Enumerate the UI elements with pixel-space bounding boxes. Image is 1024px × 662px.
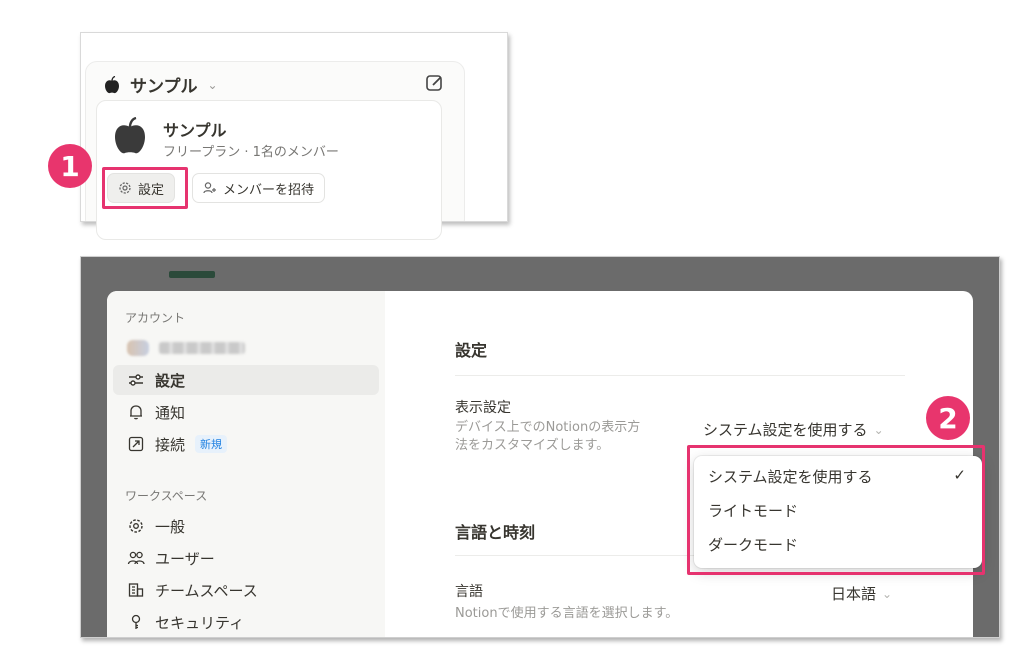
avatar: [127, 340, 149, 356]
display-setting-desc-2: 法をカスタマイズします。: [455, 438, 610, 453]
sidebar-item-label: チームスペース: [155, 581, 258, 600]
sidebar-item-label: 通知: [155, 403, 186, 422]
sidebar-item-general[interactable]: 一般: [113, 511, 379, 541]
chevron-down-icon: ⌄: [882, 586, 893, 601]
divider: [455, 375, 905, 376]
add-user-icon: [203, 182, 216, 194]
workspace-logo-icon: [115, 117, 145, 154]
sidebar-item-connections[interactable]: 接続 新規: [113, 429, 379, 459]
language-title: 言語: [455, 584, 483, 600]
language-select-value: 日本語: [831, 585, 877, 603]
building-icon: [128, 583, 144, 597]
sidebar-item-label: 接続: [155, 435, 186, 454]
page-title: 設定: [455, 341, 488, 360]
language-time-heading: 言語と時刻: [455, 523, 536, 542]
users-icon: [127, 551, 145, 565]
theme-select[interactable]: システム設定を使用する ⌄: [703, 419, 884, 440]
workspace-header[interactable]: サンプル ⌄: [104, 72, 218, 97]
arrow-up-right-icon: [128, 436, 144, 452]
sidebar-item-label: ユーザー: [155, 549, 215, 568]
window-tab-strip: [169, 271, 215, 278]
sidebar-item-label: セキュリティ: [155, 613, 245, 632]
sidebar-item-users[interactable]: ユーザー: [113, 543, 379, 573]
display-setting-title: 表示設定: [455, 400, 511, 416]
chevron-down-icon: ⌄: [207, 77, 218, 92]
invite-button-label: メンバーを招待: [223, 182, 315, 198]
theme-select-value: システム設定を使用する: [703, 421, 868, 439]
workspace-plan-info: フリープラン · 1名のメンバー: [163, 145, 339, 160]
sidebar-item-notifications[interactable]: 通知: [113, 397, 379, 427]
bell-icon: [130, 405, 142, 420]
workspace-section-label: ワークスペース: [125, 489, 208, 503]
invite-members-button[interactable]: メンバーを招待: [192, 173, 326, 203]
step-badge-2: 2: [926, 396, 970, 440]
highlight-box-theme-menu: [687, 445, 985, 575]
sliders-icon: [129, 374, 143, 386]
display-setting-desc-1: デバイス上でのNotionの表示方: [455, 420, 641, 435]
chevron-down-icon: ⌄: [873, 422, 884, 437]
language-select[interactable]: 日本語 ⌄: [831, 583, 892, 604]
sidebar-item-label: 一般: [155, 517, 186, 536]
sidebar-item-teamspaces[interactable]: チームスペース: [113, 575, 379, 605]
account-name-redacted: [159, 342, 245, 354]
sidebar-item-security[interactable]: セキュリティ: [113, 607, 379, 637]
new-page-icon[interactable]: [424, 72, 446, 94]
key-icon: [131, 614, 141, 629]
workspace-name: サンプル: [130, 77, 198, 97]
sidebar-item-label: 設定: [155, 371, 186, 390]
highlight-box-settings: [102, 167, 188, 209]
new-badge: 新規: [195, 435, 228, 453]
account-profile[interactable]: [113, 333, 379, 363]
sidebar-item-settings[interactable]: 設定: [113, 365, 379, 395]
settings-sidebar: アカウント 設定 通知 接続 新規 ワークスペース 一般 ユーザー チームスペー…: [107, 291, 385, 637]
account-section-label: アカウント: [125, 311, 186, 325]
workspace-card-title: サンプル: [163, 121, 227, 140]
apple-logo-icon: [105, 75, 119, 93]
language-desc: Notionで使用する言語を選択します。: [455, 606, 679, 621]
step-badge-1: 1: [48, 144, 92, 188]
gear-icon: [129, 519, 143, 533]
